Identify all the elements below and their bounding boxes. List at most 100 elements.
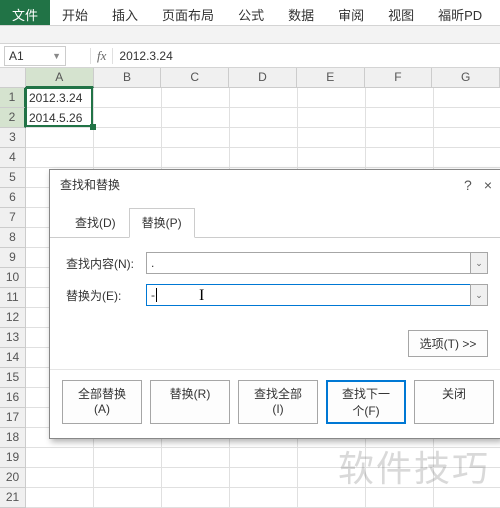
row-header-3[interactable]: 3 xyxy=(0,128,26,148)
find-next-button[interactable]: 查找下一个(F) xyxy=(326,380,406,424)
tab-file[interactable]: 文件 xyxy=(0,0,50,25)
tab-insert[interactable]: 插入 xyxy=(100,0,150,25)
tab-foxit[interactable]: 福昕PD xyxy=(426,0,494,25)
cell-F2[interactable] xyxy=(366,108,434,128)
row-header-7[interactable]: 7 xyxy=(0,208,26,228)
cell-E19[interactable] xyxy=(298,448,366,468)
cell-D4[interactable] xyxy=(230,148,298,168)
row-header-2[interactable]: 2 xyxy=(0,108,26,128)
cell-E20[interactable] xyxy=(298,468,366,488)
cell-G3[interactable] xyxy=(434,128,500,148)
row-header-11[interactable]: 11 xyxy=(0,288,26,308)
col-header-A[interactable]: A xyxy=(26,68,94,88)
tab-pagelayout[interactable]: 页面布局 xyxy=(150,0,226,25)
cell-B1[interactable] xyxy=(94,88,162,108)
row-header-12[interactable]: 12 xyxy=(0,308,26,328)
cell-B21[interactable] xyxy=(94,488,162,508)
cell-G4[interactable] xyxy=(434,148,500,168)
row-header-1[interactable]: 1 xyxy=(0,88,26,108)
cell-D20[interactable] xyxy=(230,468,298,488)
help-icon[interactable]: ? xyxy=(464,177,472,193)
col-header-C[interactable]: C xyxy=(161,68,229,88)
row-header-6[interactable]: 6 xyxy=(0,188,26,208)
row-header-20[interactable]: 20 xyxy=(0,468,26,488)
tab-view[interactable]: 视图 xyxy=(376,0,426,25)
cell-A20[interactable] xyxy=(26,468,94,488)
row-header-18[interactable]: 18 xyxy=(0,428,26,448)
cell-E3[interactable] xyxy=(298,128,366,148)
row-header-9[interactable]: 9 xyxy=(0,248,26,268)
col-header-E[interactable]: E xyxy=(297,68,365,88)
find-input[interactable]: . ⌄ xyxy=(146,252,488,274)
cell-C4[interactable] xyxy=(162,148,230,168)
cell-G2[interactable] xyxy=(434,108,500,128)
name-box-dropdown-icon[interactable]: ▼ xyxy=(52,51,61,61)
row-header-10[interactable]: 10 xyxy=(0,268,26,288)
cell-E2[interactable] xyxy=(298,108,366,128)
cell-A19[interactable] xyxy=(26,448,94,468)
tab-formulas[interactable]: 公式 xyxy=(226,0,276,25)
tab-home[interactable]: 开始 xyxy=(50,0,100,25)
cell-E21[interactable] xyxy=(298,488,366,508)
name-box[interactable]: A1 ▼ xyxy=(4,46,66,66)
close-icon[interactable]: × xyxy=(484,177,492,193)
close-button[interactable]: 关闭 xyxy=(414,380,494,424)
cell-B19[interactable] xyxy=(94,448,162,468)
row-header-5[interactable]: 5 xyxy=(0,168,26,188)
cell-A4[interactable] xyxy=(26,148,94,168)
row-header-17[interactable]: 17 xyxy=(0,408,26,428)
cell-A2[interactable]: 2014.5.26 xyxy=(26,108,94,128)
cell-G19[interactable] xyxy=(434,448,500,468)
replace-dropdown-icon[interactable]: ⌄ xyxy=(470,284,488,306)
cell-C19[interactable] xyxy=(162,448,230,468)
cell-B3[interactable] xyxy=(94,128,162,148)
row-header-14[interactable]: 14 xyxy=(0,348,26,368)
cell-D19[interactable] xyxy=(230,448,298,468)
cell-G1[interactable] xyxy=(434,88,500,108)
row-header-15[interactable]: 15 xyxy=(0,368,26,388)
cell-F4[interactable] xyxy=(366,148,434,168)
formula-input[interactable]: 2012.3.24 xyxy=(113,47,500,65)
replace-button[interactable]: 替换(R) xyxy=(150,380,230,424)
fx-icon[interactable]: fx xyxy=(90,48,113,64)
tab-find[interactable]: 查找(D) xyxy=(62,208,129,238)
col-header-B[interactable]: B xyxy=(94,68,162,88)
cell-D1[interactable] xyxy=(230,88,298,108)
options-button[interactable]: 选项(T) >> xyxy=(408,330,488,357)
tab-review[interactable]: 审阅 xyxy=(326,0,376,25)
row-header-4[interactable]: 4 xyxy=(0,148,26,168)
tab-replace[interactable]: 替换(P) xyxy=(129,208,195,238)
tab-data[interactable]: 数据 xyxy=(276,0,326,25)
dialog-titlebar[interactable]: 查找和替换 ? × xyxy=(50,170,500,197)
fill-handle[interactable] xyxy=(90,124,96,130)
cell-F21[interactable] xyxy=(366,488,434,508)
cell-B20[interactable] xyxy=(94,468,162,488)
cell-F20[interactable] xyxy=(366,468,434,488)
row-header-8[interactable]: 8 xyxy=(0,228,26,248)
cell-D21[interactable] xyxy=(230,488,298,508)
col-header-G[interactable]: G xyxy=(432,68,500,88)
cell-F19[interactable] xyxy=(366,448,434,468)
cell-D3[interactable] xyxy=(230,128,298,148)
cell-G20[interactable] xyxy=(434,468,500,488)
row-header-16[interactable]: 16 xyxy=(0,388,26,408)
find-dropdown-icon[interactable]: ⌄ xyxy=(470,252,488,274)
cell-C20[interactable] xyxy=(162,468,230,488)
cell-F1[interactable] xyxy=(366,88,434,108)
select-all-corner[interactable] xyxy=(0,68,26,88)
row-header-19[interactable]: 19 xyxy=(0,448,26,468)
cell-F3[interactable] xyxy=(366,128,434,148)
row-header-21[interactable]: 21 xyxy=(0,488,26,508)
find-all-button[interactable]: 查找全部(I) xyxy=(238,380,318,424)
col-header-F[interactable]: F xyxy=(365,68,433,88)
cell-A1[interactable]: 2012.3.24 xyxy=(26,88,94,108)
cell-E1[interactable] xyxy=(298,88,366,108)
replace-input[interactable]: - I ⌄ xyxy=(146,284,488,306)
cell-C21[interactable] xyxy=(162,488,230,508)
col-header-D[interactable]: D xyxy=(229,68,297,88)
cell-G21[interactable] xyxy=(434,488,500,508)
cell-A3[interactable] xyxy=(26,128,94,148)
cell-C3[interactable] xyxy=(162,128,230,148)
cell-D2[interactable] xyxy=(230,108,298,128)
cell-B2[interactable] xyxy=(94,108,162,128)
